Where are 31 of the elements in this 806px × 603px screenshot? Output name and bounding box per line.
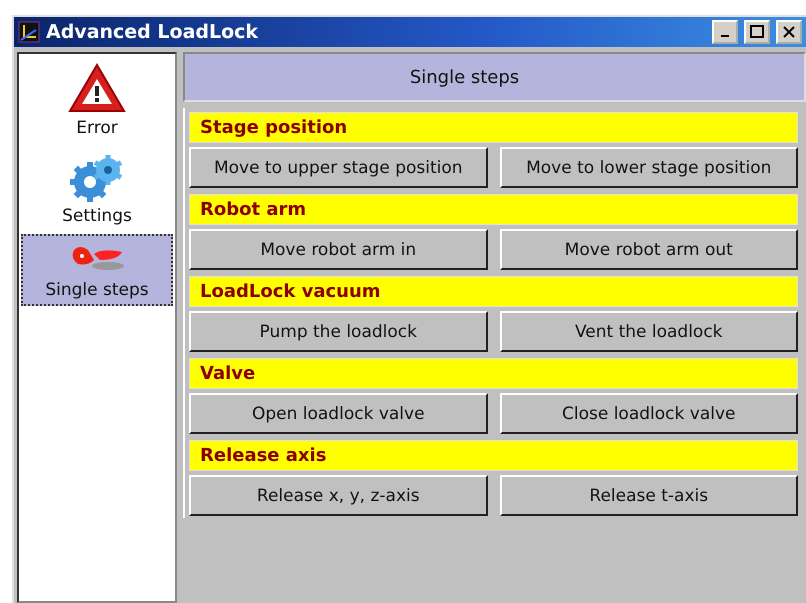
sidebar-label: Error [76,118,118,138]
app-icon [18,21,40,43]
sidebar-label: Single steps [45,280,149,300]
action-button[interactable]: Vent the loadlock [500,311,798,352]
sidebar-item[interactable]: Error [21,56,173,144]
panel-title: Single steps [183,52,806,102]
minimize-icon [721,35,729,37]
sidebar-item[interactable]: Settings [21,146,173,232]
action-button[interactable]: Move to upper stage position [189,147,488,188]
close-button[interactable] [776,20,802,44]
action-button[interactable]: Move robot arm in [189,229,488,270]
action-button[interactable]: Pump the loadlock [189,311,488,352]
close-icon [783,26,795,38]
action-button[interactable]: Release t-axis [500,475,798,516]
minimize-button[interactable] [712,20,738,44]
action-button[interactable]: Move to lower stage position [500,147,798,188]
section-header: Release axis [189,440,798,471]
sidebar-item[interactable]: Single steps [21,234,173,306]
action-button[interactable]: Release x, y, z-axis [189,475,488,516]
action-button[interactable]: Close loadlock valve [500,393,798,434]
warning-icon [67,62,127,114]
sidebar-label: Settings [62,206,132,226]
maximize-icon [750,25,764,39]
section-header: LoadLock vacuum [189,276,798,307]
section-header: Valve [189,358,798,389]
section-header: Robot arm [189,194,798,225]
action-button[interactable]: Move robot arm out [500,229,798,270]
maximize-button[interactable] [744,20,770,44]
section-header: Stage position [189,112,798,143]
window-title: Advanced LoadLock [46,21,260,43]
action-button[interactable]: Open loadlock valve [189,393,488,434]
